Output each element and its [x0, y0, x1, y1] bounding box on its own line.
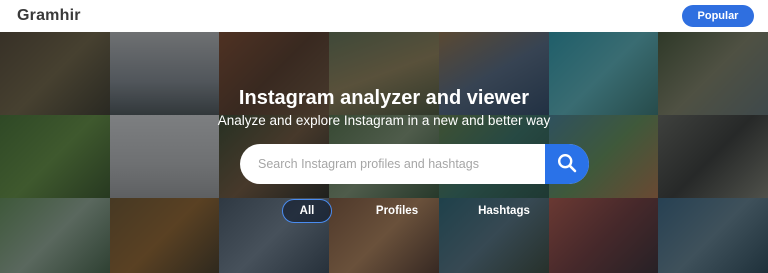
hero-title: Instagram analyzer and viewer: [238, 87, 530, 109]
popular-button[interactable]: Popular: [682, 5, 754, 27]
hero-subtitle: Analyze and explore Instagram in a new a…: [217, 113, 551, 128]
tab-hashtags[interactable]: Hashtags: [472, 199, 536, 223]
tab-profiles[interactable]: Profiles: [368, 199, 426, 223]
hero-section: Instagram analyzer and viewer Analyze an…: [0, 32, 768, 273]
search-filter-tabs: All Profiles Hashtags: [0, 199, 768, 223]
tab-all[interactable]: All: [282, 199, 332, 223]
site-logo[interactable]: Gramhir: [17, 7, 81, 25]
search-button[interactable]: [545, 144, 589, 184]
search-bar: [240, 144, 589, 184]
search-input[interactable]: [240, 144, 545, 184]
search-icon: [557, 153, 577, 176]
top-navigation-bar: Gramhir Popular: [0, 0, 768, 32]
